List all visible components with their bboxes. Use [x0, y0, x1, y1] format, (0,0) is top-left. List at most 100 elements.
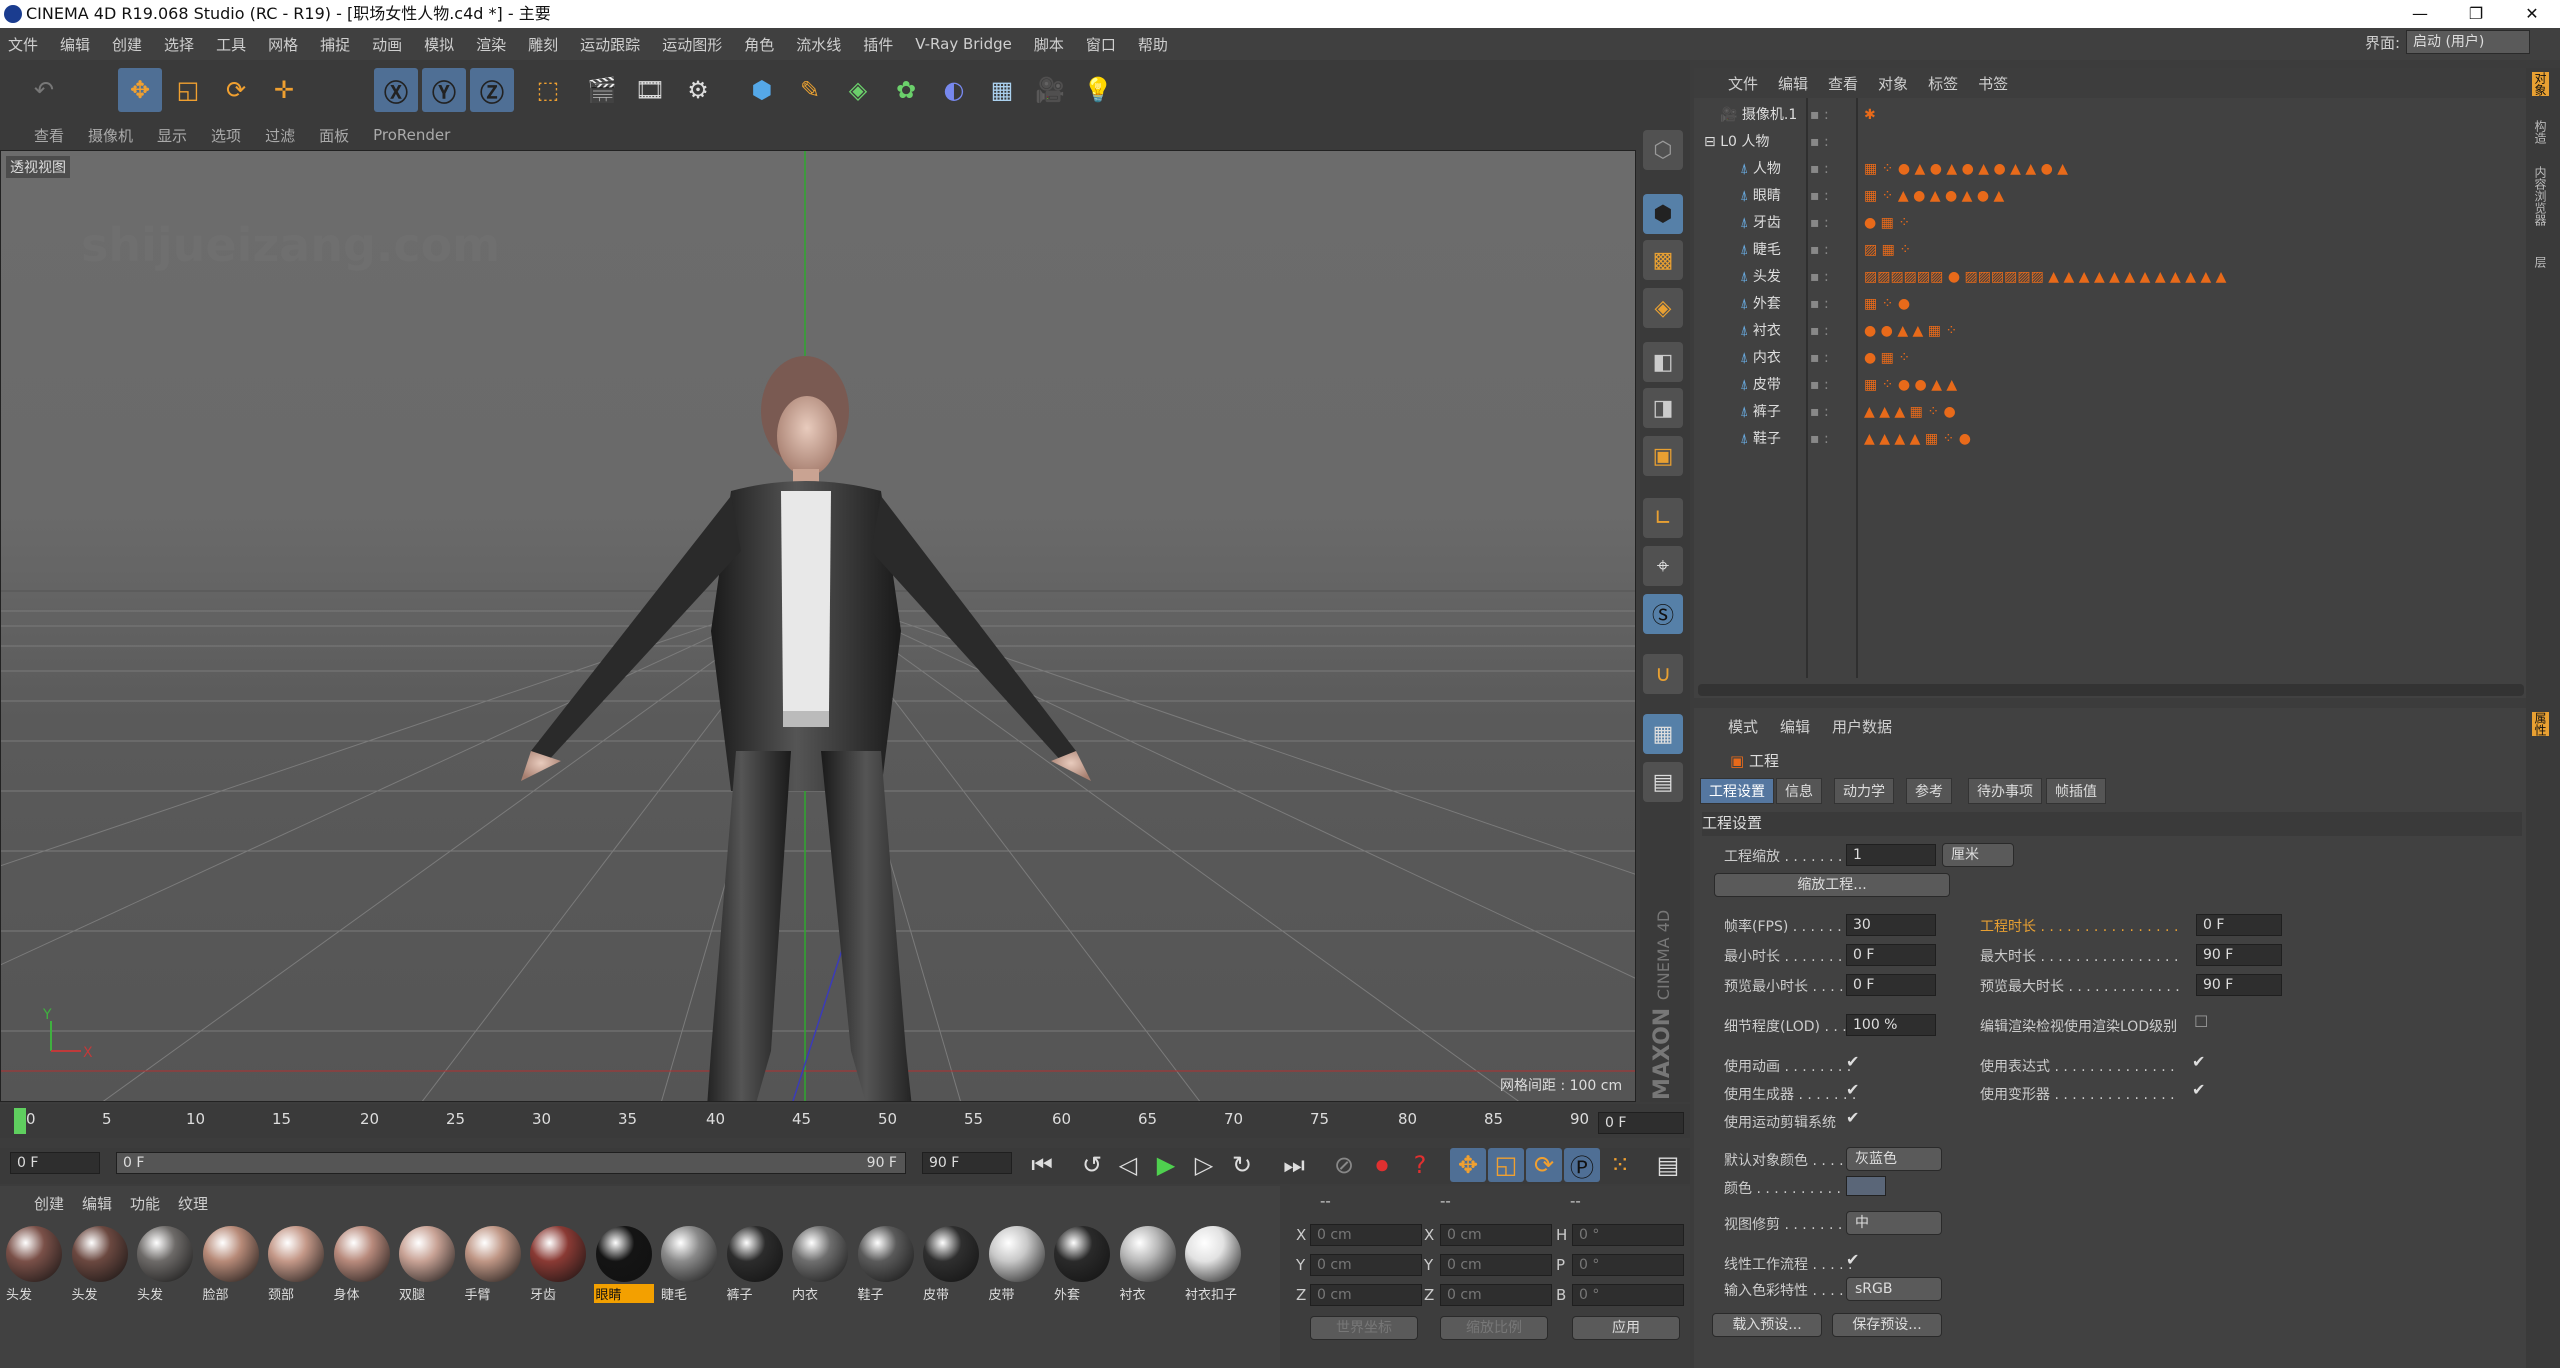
scale-unit-dropdown[interactable]: 厘米: [1942, 843, 2014, 867]
material-swatch[interactable]: 外套: [1052, 1226, 1112, 1303]
polygons-edit-icon[interactable]: ▣: [1643, 436, 1683, 476]
object-row[interactable]: ⍋ 衬衣 ▪ : ● ● ▲ ▲ ▦ ⁘: [1700, 318, 2520, 345]
visibility-flags[interactable]: ▪ :: [1810, 264, 1838, 291]
perspective-viewport[interactable]: Y X shijueizang.com: [0, 150, 1636, 1102]
visibility-flags[interactable]: ▪ :: [1810, 372, 1838, 399]
position-x-field[interactable]: 0 cm: [1310, 1224, 1422, 1246]
min-time-field[interactable]: 0 F: [1846, 944, 1936, 966]
menu-pipeline[interactable]: 流水线: [796, 34, 841, 55]
minimize-button[interactable]: —: [2392, 0, 2448, 28]
rotation-p-field[interactable]: 0 °: [1572, 1254, 1684, 1276]
visibility-flags[interactable]: ▪ :: [1810, 345, 1838, 372]
rotation-h-field[interactable]: 0 °: [1572, 1224, 1684, 1246]
side-tab-structure[interactable]: 构造: [2532, 120, 2549, 144]
use-animation-checkbox[interactable]: ✔: [1846, 1052, 1859, 1071]
subdivision-surface-icon[interactable]: ◈: [836, 68, 880, 112]
max-time-field[interactable]: 90 F: [2196, 944, 2282, 966]
scale-project-button[interactable]: 缩放工程...: [1714, 873, 1950, 897]
object-row[interactable]: ⍋ 牙齿 ▪ : ● ▦ ⁘: [1700, 210, 2520, 237]
position-y-field[interactable]: 0 cm: [1310, 1254, 1422, 1276]
visibility-flags[interactable]: ▪ :: [1810, 399, 1838, 426]
y-axis-lock-icon[interactable]: Ⓨ: [422, 68, 466, 112]
snap-icon[interactable]: ∪: [1643, 654, 1683, 694]
next-key-icon[interactable]: ↻: [1224, 1148, 1260, 1182]
size-y-field[interactable]: 0 cm: [1440, 1254, 1552, 1276]
default-object-color-dropdown[interactable]: 灰蓝色: [1846, 1147, 1942, 1171]
vp-menu-options[interactable]: 选项: [211, 125, 241, 146]
side-tab-layers[interactable]: 层: [2532, 256, 2549, 268]
view-clipping-dropdown[interactable]: 中: [1846, 1211, 1942, 1235]
vp-menu-filter[interactable]: 过滤: [265, 125, 295, 146]
texture-mode-icon[interactable]: ◈: [1643, 288, 1683, 328]
tab-reference[interactable]: 参考: [1906, 778, 1952, 804]
preview-max-field[interactable]: 90 F: [2196, 974, 2282, 996]
current-frame-field[interactable]: 0 F: [1598, 1112, 1684, 1134]
render-settings-icon[interactable]: ⚙: [676, 68, 720, 112]
mm-menu-texture[interactable]: 纹理: [178, 1193, 208, 1214]
material-swatch[interactable]: 头发: [4, 1226, 64, 1303]
use-generators-checkbox[interactable]: ✔: [1846, 1080, 1859, 1099]
visibility-flags[interactable]: ▪ :: [1810, 237, 1838, 264]
color-swatch[interactable]: [1846, 1176, 1886, 1196]
vp-menu-panel[interactable]: 面板: [319, 125, 349, 146]
light-icon[interactable]: 💡: [1076, 68, 1120, 112]
visibility-flags[interactable]: ▪ :: [1810, 129, 1838, 156]
play-icon[interactable]: ▶: [1148, 1148, 1184, 1182]
previous-key-icon[interactable]: ↺: [1074, 1148, 1110, 1182]
material-swatch[interactable]: 皮带: [987, 1226, 1047, 1303]
x-axis-lock-icon[interactable]: Ⓧ: [374, 68, 418, 112]
scale-mode-dropdown[interactable]: 缩放比例: [1440, 1316, 1548, 1340]
lod-field[interactable]: 100 %: [1846, 1014, 1936, 1036]
menu-mesh[interactable]: 网格: [268, 34, 298, 55]
menu-animate[interactable]: 动画: [372, 34, 402, 55]
go-to-start-icon[interactable]: ⏮: [1024, 1148, 1060, 1182]
menu-edit[interactable]: 编辑: [60, 34, 90, 55]
playhead[interactable]: [14, 1108, 26, 1134]
om-menu-edit[interactable]: 编辑: [1778, 73, 1808, 94]
scale-tool-icon[interactable]: ◱: [166, 68, 210, 112]
material-swatch[interactable]: 身体: [332, 1226, 392, 1303]
tab-dynamics[interactable]: 动力学: [1834, 778, 1894, 804]
cube-primitive-icon[interactable]: ⬢: [740, 68, 784, 112]
material-swatch[interactable]: 牙齿: [528, 1226, 588, 1303]
use-motion-system-checkbox[interactable]: ✔: [1846, 1108, 1859, 1127]
menu-character[interactable]: 角色: [744, 34, 774, 55]
key-pla-icon[interactable]: ⁙: [1602, 1148, 1638, 1182]
material-swatch[interactable]: 皮带: [921, 1226, 981, 1303]
visibility-flags[interactable]: ▪ :: [1810, 426, 1838, 453]
render-lod-checkbox[interactable]: ☐: [2194, 1012, 2208, 1031]
vp-menu-view[interactable]: 查看: [34, 125, 64, 146]
coordinate-system-icon[interactable]: ⬚: [526, 68, 570, 112]
start-frame-field[interactable]: 0 F: [10, 1152, 100, 1174]
material-swatch[interactable]: 颈部: [266, 1226, 326, 1303]
material-swatch[interactable]: 双腿: [397, 1226, 457, 1303]
array-generator-icon[interactable]: ✿: [884, 68, 928, 112]
material-swatch[interactable]: 衬衣扣子: [1183, 1226, 1243, 1303]
workplane-lock-icon[interactable]: ▤: [1643, 762, 1683, 802]
menu-plugins[interactable]: 插件: [863, 34, 893, 55]
camera-icon[interactable]: 🎥: [1028, 68, 1072, 112]
menu-vray-bridge[interactable]: V-Ray Bridge: [915, 35, 1012, 53]
expand-icon[interactable]: ⊟: [1704, 134, 1716, 150]
key-rotation-icon[interactable]: ⟳: [1526, 1148, 1562, 1182]
uv-mode-icon[interactable]: ▩: [1643, 240, 1683, 280]
make-editable-icon[interactable]: ⬡: [1643, 130, 1683, 170]
material-swatch[interactable]: 头发: [135, 1226, 195, 1303]
visibility-flags[interactable]: ▪ :: [1810, 183, 1838, 210]
am-menu-userdata[interactable]: 用户数据: [1832, 716, 1892, 737]
timeline-ruler[interactable]: [0, 1104, 1690, 1138]
preview-min-field[interactable]: 0 F: [1846, 974, 1936, 996]
om-menu-bookmarks[interactable]: 书签: [1978, 73, 2008, 94]
menu-select[interactable]: 选择: [164, 34, 194, 55]
key-position-icon[interactable]: ✥: [1450, 1148, 1486, 1182]
side-tab-content-browser[interactable]: 内容浏览器: [2532, 166, 2549, 226]
material-swatch[interactable]: 鞋子: [856, 1226, 916, 1303]
vp-menu-display[interactable]: 显示: [157, 125, 187, 146]
input-color-profile-dropdown[interactable]: sRGB: [1846, 1277, 1942, 1301]
record-keys-icon[interactable]: ⏺: [1364, 1148, 1400, 1182]
next-frame-icon[interactable]: ▷: [1186, 1148, 1222, 1182]
key-parameter-icon[interactable]: Ⓟ: [1564, 1148, 1600, 1182]
material-swatch[interactable]: 裤子: [725, 1226, 785, 1303]
size-x-field[interactable]: 0 cm: [1440, 1224, 1552, 1246]
om-menu-objects[interactable]: 对象: [1878, 73, 1908, 94]
